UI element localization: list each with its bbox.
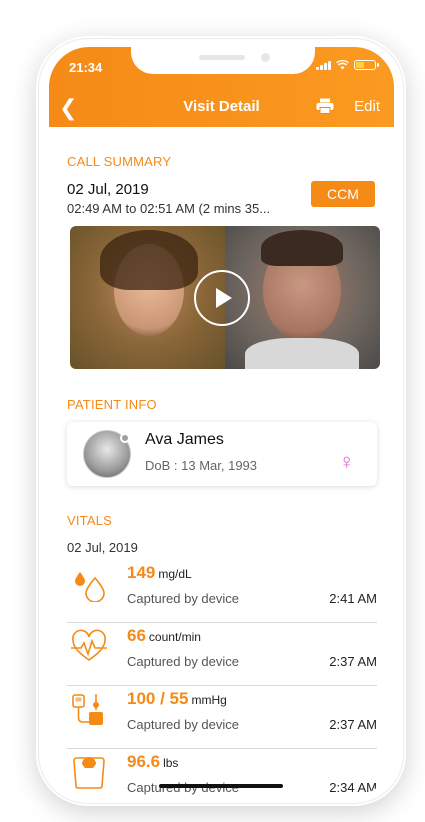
weight-scale-icon xyxy=(73,757,105,789)
signal-icon xyxy=(316,60,331,70)
patient-dob: DoB : 13 Mar, 1993 xyxy=(145,458,258,473)
vital-row-glucose[interactable]: 149 mg/dL Captured by device 2:41 AM xyxy=(67,560,377,623)
status-time: 21:34 xyxy=(69,60,103,75)
vital-value: 149 mg/dL xyxy=(127,563,192,582)
vital-time: 2:37 AM xyxy=(329,654,377,669)
printer-icon[interactable] xyxy=(316,98,334,114)
blood-pressure-icon xyxy=(72,694,103,725)
app-screen: 21:34 ❮ Visit Detail Edit CALL SUMMARY 0… xyxy=(49,47,394,795)
status-dot xyxy=(120,433,130,443)
page-title: Visit Detail xyxy=(183,98,260,115)
top-bar: 21:34 ❮ Visit Detail Edit xyxy=(49,47,394,127)
vital-value: 100 / 55 mmHg xyxy=(127,689,227,708)
patient-card[interactable]: Ava James DoB : 13 Mar, 1993 ♀ xyxy=(67,422,377,486)
notch xyxy=(131,47,315,74)
vital-row-weight[interactable]: 96.6lbs Captured by device 2:34 AM xyxy=(67,749,377,795)
call-date: 02 Jul, 2019 xyxy=(67,181,149,198)
wifi-icon xyxy=(336,60,349,70)
female-icon: ♀ xyxy=(338,449,356,474)
patient-info-heading: PATIENT INFO xyxy=(67,397,157,412)
heart-rate-icon xyxy=(71,629,107,661)
vital-time: 2:41 AM xyxy=(329,591,377,606)
vital-row-blood-pressure[interactable]: 100 / 55 mmHg Captured by device 2:37 AM xyxy=(67,686,377,749)
patient-name: Ava James xyxy=(145,431,224,448)
phone-frame: 21:34 ❮ Visit Detail Edit CALL SUMMARY 0… xyxy=(38,38,404,804)
play-icon[interactable] xyxy=(194,270,250,326)
video-thumbnail[interactable] xyxy=(70,226,380,369)
speaker xyxy=(199,55,245,60)
vital-source: Captured by device xyxy=(127,591,240,606)
edit-button[interactable]: Edit xyxy=(354,98,380,115)
vital-source: Captured by device xyxy=(127,654,240,669)
battery-icon xyxy=(354,60,379,70)
call-time-range: 02:49 AM to 02:51 AM (2 mins 35... xyxy=(67,201,271,216)
call-summary-heading: CALL SUMMARY xyxy=(67,154,172,169)
status-indicators xyxy=(316,60,379,70)
camera xyxy=(261,53,270,62)
vitals-heading: VITALS xyxy=(67,513,113,528)
home-indicator[interactable] xyxy=(159,784,283,788)
blood-drop-icon xyxy=(75,572,105,602)
vital-value: 96.6 lbs xyxy=(127,752,179,771)
vital-time: 2:37 AM xyxy=(329,717,377,732)
vital-source: Captured by device xyxy=(127,717,240,732)
vital-time: 2:34 AM xyxy=(329,780,377,795)
ccm-badge[interactable]: CCM xyxy=(311,181,375,207)
vitals-date: 02 Jul, 2019 xyxy=(67,540,138,555)
vital-value: 66 count/min xyxy=(127,626,201,645)
vital-row-heart-rate[interactable]: 66 count/min Captured by device 2:37 AM xyxy=(67,623,377,686)
